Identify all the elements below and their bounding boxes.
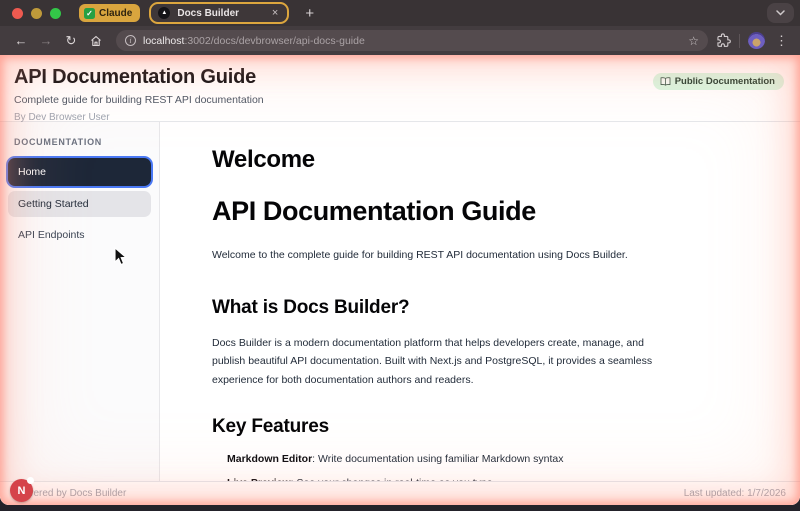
doc-footer: Powered by Docs Builder Last updated: 1/… xyxy=(0,481,800,505)
feature-term: Markdown Editor xyxy=(227,452,313,465)
page-title: API Documentation Guide xyxy=(14,66,257,88)
footer-last-updated: Last updated: 1/7/2026 xyxy=(683,488,786,499)
feature-desc: : Write documentation using familiar Mar… xyxy=(312,452,564,465)
main-content: Welcome API Documentation Guide Welcome … xyxy=(160,122,800,481)
toolbar-divider xyxy=(739,33,740,48)
info-icon[interactable]: i xyxy=(125,35,136,46)
zoom-window-button[interactable] xyxy=(50,7,61,19)
window-controls xyxy=(12,7,61,19)
home-button[interactable] xyxy=(85,35,107,47)
check-icon: ✓ xyxy=(84,7,95,19)
doc-heading: API Documentation Guide xyxy=(212,196,536,226)
forward-button[interactable]: → xyxy=(35,34,57,47)
profile-avatar[interactable] xyxy=(748,32,765,49)
doc-header-text: API Documentation Guide Complete guide f… xyxy=(14,66,264,123)
reload-button[interactable]: ↻ xyxy=(60,34,82,47)
doc-body: DOCUMENTATION Home Getting Started API E… xyxy=(0,122,800,481)
tab-search-button[interactable] xyxy=(767,3,794,23)
sidebar-item-home[interactable]: Home xyxy=(8,158,151,186)
sidebar-item-api-endpoints[interactable]: API Endpoints xyxy=(8,222,151,248)
sidebar: DOCUMENTATION Home Getting Started API E… xyxy=(0,122,160,481)
page-viewport: API Documentation Guide Complete guide f… xyxy=(0,55,800,505)
url-host: localhost xyxy=(143,34,185,47)
section-heading-key-features: Key Features xyxy=(212,415,329,437)
chevron-down-icon xyxy=(776,10,785,16)
sidebar-item-getting-started[interactable]: Getting Started xyxy=(8,191,151,217)
new-tab-button[interactable]: + xyxy=(301,6,318,21)
notification-bubble[interactable]: N xyxy=(10,477,34,502)
public-documentation-badge: Public Documentation xyxy=(652,73,784,90)
section-body-what-is: Docs Builder is a modern documentation p… xyxy=(212,336,653,387)
sidebar-section-label: DOCUMENTATION xyxy=(14,137,103,147)
toolbar-right: ⋮ xyxy=(716,32,790,49)
badge-label: Public Documentation xyxy=(674,76,775,87)
doc-page-header: API Documentation Guide Complete guide f… xyxy=(0,55,800,123)
url-text: localhost:3002/docs/devbrowser/api-docs-… xyxy=(143,35,682,47)
bookmark-star-icon[interactable]: ☆ xyxy=(688,34,699,48)
book-icon xyxy=(660,77,671,86)
feature-list: Markdown Editor: Write documentation usi… xyxy=(212,453,654,481)
tab-claude[interactable]: ✓ Claude xyxy=(79,4,141,22)
menu-kebab-icon[interactable]: ⋮ xyxy=(773,34,790,47)
minimize-window-button[interactable] xyxy=(31,7,42,19)
triangle-favicon-icon: ▲ xyxy=(158,7,171,19)
intro-paragraph: Welcome to the complete guide for buildi… xyxy=(212,249,628,261)
welcome-heading: Welcome xyxy=(212,146,315,173)
page-subtitle: Complete guide for building REST API doc… xyxy=(14,94,264,106)
browser-toolbar: ← → ↻ i localhost:3002/docs/devbrowser/a… xyxy=(0,26,800,55)
url-path: :3002/docs/devbrowser/api-docs-guide xyxy=(184,34,365,47)
extensions-icon[interactable] xyxy=(716,33,731,48)
feature-item-markdown-editor: Markdown Editor: Write documentation usi… xyxy=(227,453,654,465)
notification-letter: N xyxy=(17,484,26,497)
notification-dot-icon xyxy=(27,477,34,484)
close-tab-icon[interactable]: × xyxy=(270,7,280,20)
tab-docs-builder[interactable]: ▲ Docs Builder × xyxy=(149,2,290,24)
tab-strip: ✓ Claude ▲ Docs Builder × + xyxy=(0,0,800,26)
browser-window: ✓ Claude ▲ Docs Builder × + ← → ↻ i loca… xyxy=(0,0,800,511)
article: Welcome API Documentation Guide Welcome … xyxy=(212,146,654,481)
tab-claude-label: Claude xyxy=(99,7,133,19)
address-bar[interactable]: i localhost:3002/docs/devbrowser/api-doc… xyxy=(116,30,708,51)
home-icon xyxy=(91,35,101,46)
tab-docs-builder-label: Docs Builder xyxy=(177,7,240,19)
section-heading-what-is: What is Docs Builder? xyxy=(212,296,410,318)
close-window-button[interactable] xyxy=(12,7,23,19)
back-button[interactable]: ← xyxy=(10,34,32,47)
